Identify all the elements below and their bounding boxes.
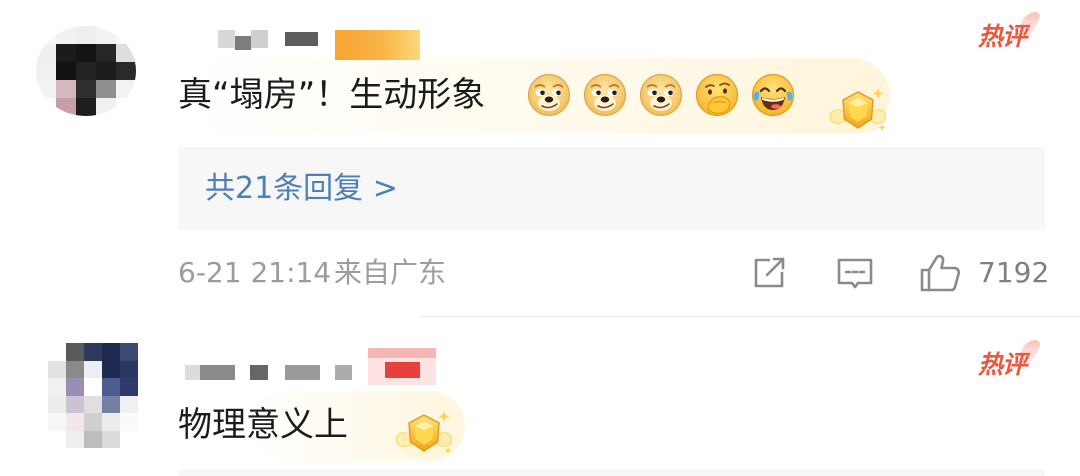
- username-mosaic-block: [218, 30, 235, 48]
- avatar-mosaic-cell: [96, 80, 116, 98]
- doge-emoji-icon: [639, 73, 683, 117]
- username-mosaic-block: [285, 365, 320, 380]
- avatar-mosaic-cell: [66, 413, 84, 431]
- avatar-mosaic-cell: [76, 62, 96, 80]
- avatar-mosaic-cell: [66, 360, 84, 378]
- avatar-mosaic-cell: [120, 395, 138, 413]
- username-mosaic-block: [235, 36, 251, 50]
- hot-tag-label: 热评: [978, 22, 1027, 51]
- username-mosaic-block: [200, 365, 235, 380]
- comment-text: 真“塌房”！生动形象: [178, 75, 486, 115]
- view-replies-link[interactable]: 共21条回复 >: [205, 147, 398, 230]
- avatar-mosaic-cell: [76, 80, 96, 98]
- share-button[interactable]: [751, 255, 789, 291]
- like-count: 7192: [978, 256, 1050, 289]
- avatar-mosaic-cell: [76, 26, 96, 44]
- thumbs-up-icon: [918, 253, 962, 293]
- user-level-badge-mosaic: [335, 30, 420, 60]
- emoji-row: [527, 73, 795, 117]
- gold-fan-badge-icon: [826, 82, 890, 136]
- avatar-mosaic-cell: [96, 98, 116, 116]
- avatar-mosaic-cell: [36, 62, 56, 80]
- avatar-mosaic-cell: [56, 26, 76, 44]
- avatar-mosaic-cell: [116, 44, 136, 62]
- avatar-mosaic-cell: [102, 378, 120, 396]
- username[interactable]: [215, 28, 420, 62]
- avatar-mosaic-cell: [102, 430, 120, 448]
- avatar-mosaic-cell: [120, 378, 138, 396]
- avatar-mosaic-cell: [56, 44, 76, 62]
- avatar-mosaic-cell: [120, 360, 138, 378]
- replies-box[interactable]: [178, 469, 1045, 476]
- avatar-mosaic-cell: [84, 343, 102, 361]
- avatar-mosaic-cell: [102, 343, 120, 361]
- avatar-mosaic-cell: [56, 98, 76, 116]
- gold-fan-badge-icon: [392, 405, 456, 459]
- avatar-mosaic-cell: [84, 413, 102, 431]
- share-icon: [751, 255, 789, 291]
- comment-icon: [835, 256, 875, 292]
- user-level-badge-mosaic: [385, 362, 420, 378]
- avatar-mosaic-cell: [66, 430, 84, 448]
- avatar-mosaic-cell: [48, 430, 66, 448]
- avatar-mosaic-cell: [36, 98, 56, 116]
- username-mosaic-block: [285, 32, 318, 46]
- avatar-mosaic-cell: [66, 343, 84, 361]
- avatar-mosaic-cell: [84, 430, 102, 448]
- doge-emoji-icon: [527, 73, 571, 117]
- avatar-mosaic-cell: [56, 62, 76, 80]
- comment-time: 6-21 21:14: [178, 256, 332, 289]
- comment-location: 来自广东: [334, 256, 447, 289]
- avatar-mosaic-cell: [84, 395, 102, 413]
- avatar-mosaic-cell: [96, 62, 116, 80]
- replies-box[interactable]: 共21条回复 >: [178, 147, 1045, 230]
- avatar-mosaic-cell: [116, 98, 136, 116]
- avatar-mosaic-cell: [66, 378, 84, 396]
- avatar-mosaic-cell: [102, 395, 120, 413]
- avatar-mosaic-cell: [84, 378, 102, 396]
- username-mosaic-block: [335, 365, 352, 380]
- hot-comment-tag: 热评: [978, 340, 1044, 380]
- username-mosaic-block: [185, 365, 200, 380]
- avatar-mosaic-cell: [96, 44, 116, 62]
- avatar-mosaic-cell: [66, 395, 84, 413]
- avatar-mosaic-cell: [48, 378, 66, 396]
- laugh-cry-emoji-icon: [751, 73, 795, 117]
- comment-card: 热评 物理意义上: [0, 317, 1080, 476]
- avatar-mosaic-cell: [56, 80, 76, 98]
- avatar-mosaic-cell: [120, 413, 138, 431]
- avatar-mosaic-cell: [96, 26, 116, 44]
- avatar-mosaic-cell: [36, 44, 56, 62]
- avatar-mosaic-cell: [120, 430, 138, 448]
- hot-tag-label: 热评: [978, 350, 1027, 379]
- avatar-mosaic-cell: [76, 98, 96, 116]
- username-mosaic-block: [251, 30, 268, 48]
- avatar-mosaic-cell: [48, 343, 66, 361]
- user-level-badge-mosaic: [368, 348, 436, 358]
- avatar-mosaic-cell: [36, 80, 56, 98]
- avatar-mosaic-cell: [116, 26, 136, 44]
- username[interactable]: [183, 348, 438, 386]
- avatar-mosaic-cell: [48, 395, 66, 413]
- avatar-mosaic-cell: [120, 343, 138, 361]
- avatar-mosaic-cell: [116, 62, 136, 80]
- avatar-mosaic-cell: [116, 80, 136, 98]
- comment-text: 物理意义上: [178, 405, 348, 445]
- thinking-face-emoji-icon: [695, 73, 739, 117]
- comment-card: 热评 真“塌房”！生动形象 共21条回复 > 6-21 21:14 来自广东 7…: [0, 0, 1080, 316]
- avatar-mosaic-cell: [84, 360, 102, 378]
- like-button[interactable]: 7192: [918, 252, 1050, 294]
- avatar-mosaic-cell: [48, 360, 66, 378]
- avatar-mosaic-cell: [102, 413, 120, 431]
- avatar-mosaic-cell: [36, 26, 56, 44]
- username-mosaic-block: [250, 365, 268, 380]
- avatar-mosaic-cell: [102, 360, 120, 378]
- hot-comment-tag: 热评: [978, 12, 1044, 52]
- avatar-mosaic-cell: [48, 413, 66, 431]
- doge-emoji-icon: [583, 73, 627, 117]
- avatar[interactable]: [48, 343, 138, 448]
- avatar-mosaic-cell: [76, 44, 96, 62]
- reply-button[interactable]: [835, 256, 875, 292]
- avatar[interactable]: [36, 26, 136, 116]
